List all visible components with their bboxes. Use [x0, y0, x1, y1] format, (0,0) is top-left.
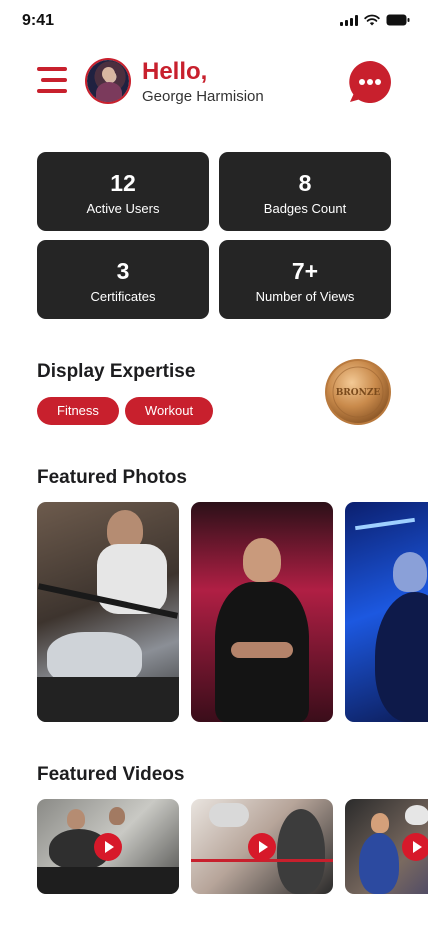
stat-value: 8 — [298, 170, 312, 196]
tag-workout[interactable]: Workout — [124, 397, 214, 425]
play-icon[interactable] — [248, 832, 276, 861]
featured-video[interactable] — [345, 799, 428, 894]
stat-value: 3 — [116, 258, 130, 284]
stat-card-active-users[interactable]: 12 Active Users — [37, 152, 209, 231]
play-icon[interactable] — [94, 832, 122, 861]
featured-photo[interactable] — [191, 502, 333, 722]
stat-label: Active Users — [86, 201, 160, 216]
expertise-title: Display Expertise — [37, 361, 196, 382]
featured-photos-carousel[interactable] — [37, 502, 428, 722]
stat-card-badges-count[interactable]: 8 Badges Count — [219, 152, 391, 231]
signal-icon — [340, 14, 358, 26]
stat-label: Certificates — [90, 289, 156, 304]
featured-photo[interactable] — [345, 502, 428, 722]
expertise-tags: Fitness Workout — [37, 397, 214, 425]
featured-videos-carousel[interactable] — [37, 799, 428, 894]
tag-fitness[interactable]: Fitness — [37, 397, 119, 425]
stats-grid: 12 Active Users 8 Badges Count 3 Certifi… — [37, 152, 391, 319]
menu-icon[interactable] — [37, 67, 67, 93]
bronze-badge-icon[interactable]: BRONZE — [324, 358, 392, 426]
wifi-icon — [364, 14, 380, 26]
chat-bubble-icon[interactable] — [348, 60, 392, 104]
greeting: Hello, — [142, 58, 208, 85]
featured-photo[interactable] — [37, 502, 179, 722]
featured-videos-title: Featured Videos — [37, 764, 185, 785]
featured-video[interactable] — [191, 799, 333, 894]
stat-label: Number of Views — [255, 289, 355, 304]
status-bar: 9:41 — [0, 0, 428, 44]
user-name: George Harmision — [142, 88, 264, 105]
featured-photos-title: Featured Photos — [37, 467, 187, 488]
avatar[interactable] — [87, 60, 129, 102]
play-icon[interactable] — [402, 832, 428, 861]
stat-card-certificates[interactable]: 3 Certificates — [37, 240, 209, 319]
stat-value: 7+ — [291, 258, 319, 284]
badge-text: BRONZE — [336, 388, 381, 398]
stat-label: Badges Count — [263, 201, 347, 216]
stat-value: 12 — [110, 170, 136, 196]
stat-card-number-of-views[interactable]: 7+ Number of Views — [219, 240, 391, 319]
featured-video[interactable] — [37, 799, 179, 894]
battery-icon — [386, 14, 410, 26]
status-icons — [340, 14, 410, 26]
status-time: 9:41 — [22, 12, 55, 29]
